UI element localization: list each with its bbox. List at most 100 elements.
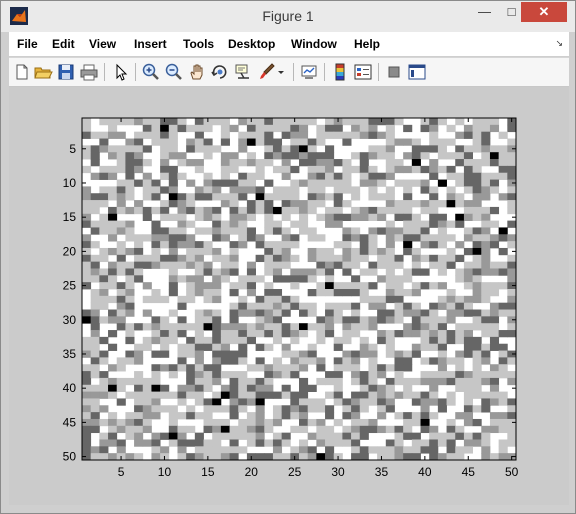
heatmap-cell	[142, 336, 152, 345]
heatmap-cell	[368, 131, 378, 139]
heatmap-cell	[385, 124, 395, 133]
new-figure-icon[interactable]	[12, 62, 32, 82]
heatmap-cell	[99, 316, 109, 324]
heatmap-cell	[342, 213, 352, 221]
heatmap-cell	[194, 453, 204, 461]
heatmap-cell	[472, 179, 482, 187]
save-icon[interactable]	[56, 62, 76, 82]
heatmap-cell	[168, 241, 178, 249]
heatmap-cell	[168, 371, 178, 379]
heatmap-cell	[307, 247, 317, 256]
heatmap-cell	[186, 350, 196, 358]
minimize-button[interactable]: —	[471, 2, 498, 22]
heatmap-cell	[229, 446, 239, 454]
heatmap-cell	[403, 138, 413, 146]
heatmap-cell	[455, 350, 465, 358]
title-bar[interactable]: Figure 1 — □ ✕	[1, 1, 575, 32]
heatmap-cell	[281, 364, 291, 372]
heatmap-cell	[507, 254, 517, 263]
edit-plot-arrow-icon[interactable]	[111, 62, 131, 82]
heatmap-cell	[507, 439, 517, 447]
menu-desktop[interactable]: Desktop	[228, 37, 275, 51]
show-plot-tools-icon[interactable]	[407, 62, 427, 82]
heatmap-cell	[264, 159, 274, 167]
heatmap-cell	[472, 131, 482, 139]
heatmap-cell	[264, 309, 274, 317]
heatmap-cell	[203, 186, 213, 194]
zoom-in-icon[interactable]	[141, 62, 161, 82]
heatmap-cell	[377, 247, 387, 256]
heatmap-cell	[108, 384, 118, 392]
heatmap-cell	[142, 398, 152, 406]
heatmap-cell	[290, 206, 300, 215]
heatmap-cell	[403, 323, 413, 331]
heatmap-cell	[212, 398, 222, 406]
heatmap-cell	[142, 186, 152, 194]
heatmap-cell	[177, 384, 187, 392]
heatmap-cell	[325, 391, 335, 399]
insert-legend-icon[interactable]	[353, 62, 373, 82]
heatmap-cell	[82, 405, 92, 413]
heatmap-cell	[108, 377, 118, 386]
heatmap-cell	[394, 302, 404, 310]
close-button[interactable]: ✕	[521, 2, 567, 22]
heatmap-cell	[403, 268, 413, 276]
insert-colorbar-icon[interactable]	[330, 62, 350, 82]
rotate-3d-icon[interactable]	[210, 62, 230, 82]
heatmap-cell	[342, 336, 352, 345]
heatmap-cell	[463, 213, 473, 221]
pan-hand-icon[interactable]	[187, 62, 207, 82]
heatmap-cell	[186, 159, 196, 167]
image-plot[interactable]: 5 10 15 20 25 30 35 40 45 50 5101520253035404550	[9, 87, 569, 505]
heatmap-cell	[359, 165, 369, 174]
heatmap-cell	[385, 439, 395, 447]
heatmap-cell	[151, 412, 161, 420]
heatmap-cell	[498, 453, 508, 461]
heatmap-cell	[194, 309, 204, 317]
heatmap-cell	[272, 309, 283, 317]
heatmap-cell	[229, 350, 239, 358]
heatmap-cell	[212, 206, 222, 215]
menu-file[interactable]: File	[17, 37, 38, 51]
heatmap-cell	[437, 432, 447, 440]
brush-icon[interactable]	[257, 62, 277, 82]
menu-insert[interactable]: Insert	[134, 37, 167, 51]
heatmap-cell	[82, 364, 92, 372]
dock-arrow-icon[interactable]: ↘	[555, 38, 563, 49]
heatmap-cell	[342, 159, 352, 167]
menu-edit[interactable]: Edit	[52, 37, 75, 51]
brush-dropdown-icon[interactable]	[275, 62, 287, 82]
heatmap-cell	[316, 165, 326, 174]
heatmap-cell	[411, 165, 421, 174]
heatmap-cell	[489, 220, 500, 228]
heatmap-cell	[212, 186, 222, 194]
heatmap-cell	[437, 165, 447, 174]
hide-plot-tools-icon[interactable]	[384, 62, 404, 82]
heatmap-cell	[168, 145, 178, 153]
heatmap-cell	[125, 206, 135, 215]
heatmap-cell	[90, 254, 100, 263]
heatmap-cell	[325, 193, 335, 201]
zoom-out-icon[interactable]	[164, 62, 184, 82]
heatmap-cell	[463, 152, 473, 160]
heatmap-cell	[299, 131, 309, 139]
heatmap-cell	[437, 295, 447, 304]
data-cursor-icon[interactable]	[233, 62, 253, 82]
link-plot-icon[interactable]	[299, 62, 319, 82]
print-icon[interactable]	[79, 62, 99, 82]
heatmap-cell	[333, 289, 343, 297]
heatmap-cell	[429, 131, 439, 139]
menu-window[interactable]: Window	[291, 37, 337, 51]
menu-help[interactable]: Help	[354, 37, 380, 51]
heatmap-cell	[168, 323, 178, 331]
heatmap-cell	[203, 152, 213, 160]
heatmap-cell	[377, 371, 387, 379]
heatmap-cell	[507, 275, 517, 283]
menu-tools[interactable]: Tools	[183, 37, 214, 51]
heatmap-cell	[411, 247, 421, 256]
heatmap-cell	[368, 377, 378, 386]
menu-view[interactable]: View	[89, 37, 116, 51]
heatmap-cell	[220, 165, 230, 174]
figure-canvas[interactable]: 5 10 15 20 25 30 35 40 45 50 5 10 15 20 25 30 35 40 45 50	[9, 87, 569, 505]
open-file-icon[interactable]	[33, 62, 53, 82]
